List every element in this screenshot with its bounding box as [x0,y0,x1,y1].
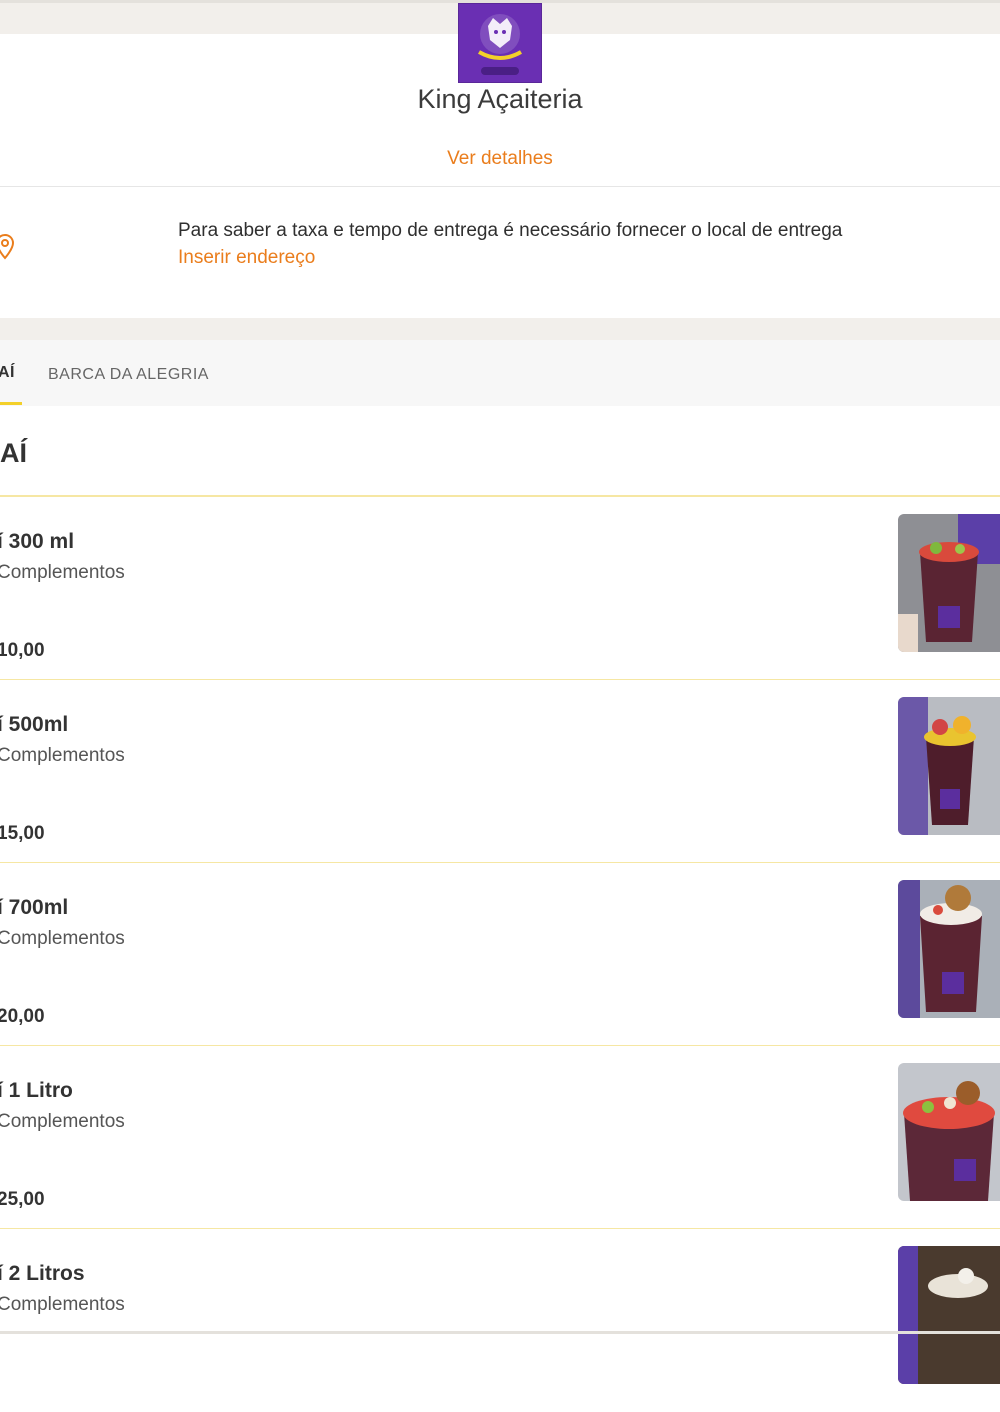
store-logo [458,3,542,83]
product-photo [898,1063,1000,1201]
product-item[interactable]: í 700ml Complementos 20,00 [0,863,1000,1046]
product-name: í 500ml [0,713,69,736]
view-details-link[interactable]: Ver detalhes [0,148,1000,170]
product-description: Complementos [0,1111,125,1132]
product-photo [898,514,1000,652]
location-pin-icon [0,233,16,266]
product-price: 15,00 [0,823,45,844]
product-price: 10,00 [0,640,45,661]
tab-barca-da-alegria[interactable]: BARCA DA ALEGRIA [48,366,209,384]
product-name: í 1 Litro [0,1079,73,1102]
tab-acai[interactable]: AÍ [0,364,15,382]
product-photo [898,880,1000,1018]
product-description: Complementos [0,1294,125,1315]
product-photo [898,1246,1000,1384]
section-title: AÍ [0,438,27,468]
product-name: í 2 Litros [0,1262,85,1285]
product-item[interactable]: í 500ml Complementos 15,00 [0,680,1000,863]
section-separator [0,318,1000,340]
product-item[interactable]: í 2 Litros Complementos [0,1229,1000,1412]
delivery-info-text: Para saber a taxa e tempo de entrega é n… [178,220,843,241]
product-name: í 300 ml [0,530,75,553]
product-price: 20,00 [0,1006,45,1027]
product-item[interactable]: í 300 ml Complementos 10,00 [0,497,1000,680]
insert-address-link[interactable]: Inserir endereço [178,247,315,269]
divider [0,186,1000,187]
product-description: Complementos [0,928,125,949]
product-name: í 700ml [0,896,69,919]
store-name: King Açaiteria [417,84,583,114]
product-photo [898,697,1000,835]
product-price: 25,00 [0,1189,45,1210]
active-tab-indicator [0,402,22,405]
product-description: Complementos [0,745,125,766]
product-description: Complementos [0,562,125,583]
product-item[interactable]: í 1 Litro Complementos 25,00 [0,1046,1000,1229]
